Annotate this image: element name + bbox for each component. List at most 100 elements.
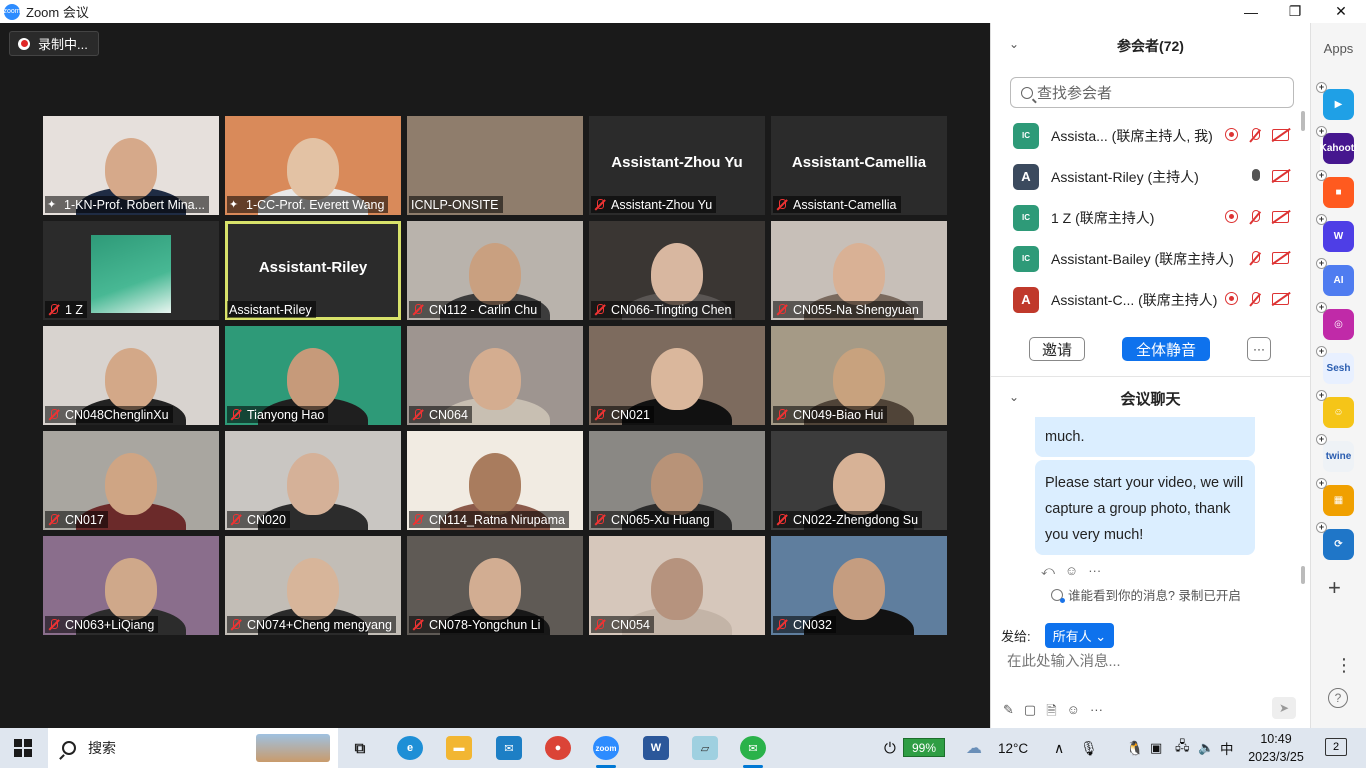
weather-cloud-icon[interactable]: ☁	[966, 728, 982, 768]
muted-mic-icon[interactable]	[1248, 128, 1262, 143]
pear-deck-app-icon[interactable]: + ▶	[1316, 82, 1354, 120]
video-tile[interactable]: CN078-Yongchun Li	[407, 536, 583, 635]
muted-mic-icon[interactable]	[1248, 292, 1262, 307]
taskbar-search[interactable]: 搜索	[48, 728, 338, 768]
video-tile[interactable]: CN066-Tingting Chen	[589, 221, 765, 320]
participant-row[interactable]: A Assistant-C... (联席主持人)	[991, 279, 1299, 320]
windows-start-icon[interactable]	[14, 739, 32, 757]
add-app-badge-icon[interactable]: +	[1316, 170, 1327, 181]
add-app-badge-icon[interactable]: +	[1316, 82, 1327, 93]
video-tile[interactable]: Tianyong Hao	[225, 326, 401, 425]
wooclap-app-icon[interactable]: + W	[1316, 214, 1354, 252]
video-tile[interactable]: ICNLP-ONSITE	[407, 116, 583, 215]
emoji-reaction-icon[interactable]: ☺	[1065, 563, 1078, 579]
camera-off-icon[interactable]	[1272, 252, 1289, 264]
battery-indicator[interactable]: 99%	[903, 738, 945, 757]
chat-input[interactable]: 在此处输入消息...	[1007, 650, 1121, 671]
add-app-badge-icon[interactable]: +	[1316, 434, 1327, 445]
chat-message[interactable]: Please start your video, we will capture…	[1035, 460, 1255, 555]
video-tile[interactable]: CN032	[771, 536, 947, 635]
kahoot-app-icon[interactable]: + Kahoot!	[1316, 126, 1357, 164]
video-tile[interactable]: CN063+LiQiang	[43, 536, 219, 635]
network-icon[interactable]: 🖧	[1175, 728, 1190, 768]
add-app-badge-icon[interactable]: +	[1316, 522, 1327, 533]
weather-temperature[interactable]: 12°C	[998, 728, 1028, 768]
send-button[interactable]: ➤	[1272, 697, 1296, 719]
ai-assistant-app-icon[interactable]: + AI	[1316, 258, 1354, 296]
participant-row[interactable]: IC Assistant-Bailey (联席主持人)	[991, 238, 1299, 279]
word-icon[interactable]: W	[643, 736, 669, 760]
task-view-icon[interactable]: ⧉	[347, 736, 373, 760]
participant-row[interactable]: IC 1 Z (联席主持人)	[991, 197, 1299, 238]
add-app-badge-icon[interactable]: +	[1316, 214, 1327, 225]
zoom-taskbar-icon[interactable]: zoom	[593, 736, 619, 760]
volume-icon[interactable]: 🔈	[1198, 728, 1214, 768]
chat-scrollbar[interactable]	[1301, 566, 1305, 584]
add-app-badge-icon[interactable]: +	[1316, 302, 1327, 313]
video-tile[interactable]: 1 Z	[43, 221, 219, 320]
more-icon[interactable]: ···	[1090, 702, 1103, 724]
video-tile[interactable]: CN021	[589, 326, 765, 425]
chrome-icon[interactable]: ●	[545, 736, 571, 760]
camera-off-icon[interactable]	[1272, 170, 1289, 182]
smile-app-icon[interactable]: + ☺	[1316, 390, 1354, 428]
more-icon[interactable]: ···	[1088, 563, 1101, 579]
tray-app-icon[interactable]: ▣	[1150, 728, 1162, 768]
video-app-icon[interactable]: + ◎	[1316, 302, 1354, 340]
add-app-badge-icon[interactable]: +	[1316, 346, 1327, 357]
claap-app-icon[interactable]: + ■	[1316, 170, 1354, 208]
camera-off-icon[interactable]	[1272, 129, 1289, 141]
camera-off-icon[interactable]	[1272, 211, 1289, 223]
video-tile[interactable]: CN112 - Carlin Chu	[407, 221, 583, 320]
restore-button[interactable]: ❐	[1272, 0, 1318, 23]
video-tile[interactable]: Assistant-Riley Assistant-Riley	[225, 221, 401, 320]
participants-more-button[interactable]: ···	[1247, 337, 1271, 361]
participant-row[interactable]: A Assistant-Riley (主持人)	[991, 156, 1299, 197]
microphone-icon[interactable]	[1248, 169, 1262, 184]
emoji-icon[interactable]: ☺	[1067, 702, 1080, 724]
add-app-icon[interactable]: +	[1328, 575, 1341, 601]
screenshot-icon[interactable]: ▢	[1024, 702, 1036, 724]
video-tile[interactable]: CN020	[225, 431, 401, 530]
reply-icon[interactable]: ⤺	[1041, 563, 1055, 579]
twine-app-icon[interactable]: + twine	[1316, 434, 1354, 472]
participant-search-input[interactable]: 查找参会者	[1010, 77, 1294, 108]
muted-mic-icon[interactable]	[1248, 251, 1262, 266]
minimize-button[interactable]: —	[1228, 0, 1274, 23]
show-hidden-icons-chevron[interactable]: ∧	[1054, 728, 1064, 768]
file-explorer-icon[interactable]: ▬	[446, 736, 472, 760]
video-tile[interactable]: CN054	[589, 536, 765, 635]
mute-all-button[interactable]: 全体静音	[1122, 337, 1210, 361]
video-tile[interactable]: CN065-Xu Huang	[589, 431, 765, 530]
participant-list-scrollbar[interactable]	[1301, 111, 1305, 131]
close-button[interactable]: ✕	[1318, 0, 1364, 23]
mail-icon[interactable]: ✉	[496, 736, 522, 760]
video-tile[interactable]: CN048ChenglinXu	[43, 326, 219, 425]
message-visibility-notice[interactable]: 谁能看到你的消息? 录制已开启	[1051, 585, 1241, 604]
participant-row[interactable]: IC Assista... (联席主持人, 我)	[991, 115, 1299, 156]
add-app-badge-icon[interactable]: +	[1316, 258, 1327, 269]
notification-center-icon[interactable]: 2	[1325, 738, 1347, 756]
video-tile[interactable]: CN017	[43, 431, 219, 530]
video-tile[interactable]: ✦ 1-CC-Prof. Everett Wang	[225, 116, 401, 215]
camera-off-icon[interactable]	[1272, 293, 1289, 305]
video-tile[interactable]: Assistant-Camellia Assistant-Camellia	[771, 116, 947, 215]
invite-button[interactable]: 邀请	[1029, 337, 1085, 361]
recording-badge[interactable]: 录制中...	[9, 31, 99, 56]
qq-icon[interactable]: 🐧	[1126, 728, 1143, 768]
video-tile[interactable]: ✦ 1-KN-Prof. Robert Mina...	[43, 116, 219, 215]
send-to-dropdown[interactable]: 所有人 ⌄	[1044, 623, 1115, 648]
muted-mic-icon[interactable]	[1248, 210, 1262, 225]
add-app-badge-icon[interactable]: +	[1316, 478, 1327, 489]
more-options-icon[interactable]: ⋮	[1335, 655, 1353, 676]
add-app-badge-icon[interactable]: +	[1316, 390, 1327, 401]
edge-browser-icon[interactable]: e	[397, 736, 423, 760]
video-tile[interactable]: CN114_Ratna Nirupama	[407, 431, 583, 530]
file-icon[interactable]: 🗎	[1046, 702, 1056, 724]
grid-app-icon[interactable]: + ▦	[1316, 478, 1354, 516]
system-clock[interactable]: 10:49 2023/3/25	[1232, 730, 1320, 766]
video-tile[interactable]: CN074+Cheng mengyang	[225, 536, 401, 635]
sesh-app-icon[interactable]: + Sesh	[1316, 346, 1354, 384]
wechat-icon[interactable]: ✉	[740, 736, 766, 760]
microphone-icon[interactable]: 🎙	[1080, 728, 1098, 768]
